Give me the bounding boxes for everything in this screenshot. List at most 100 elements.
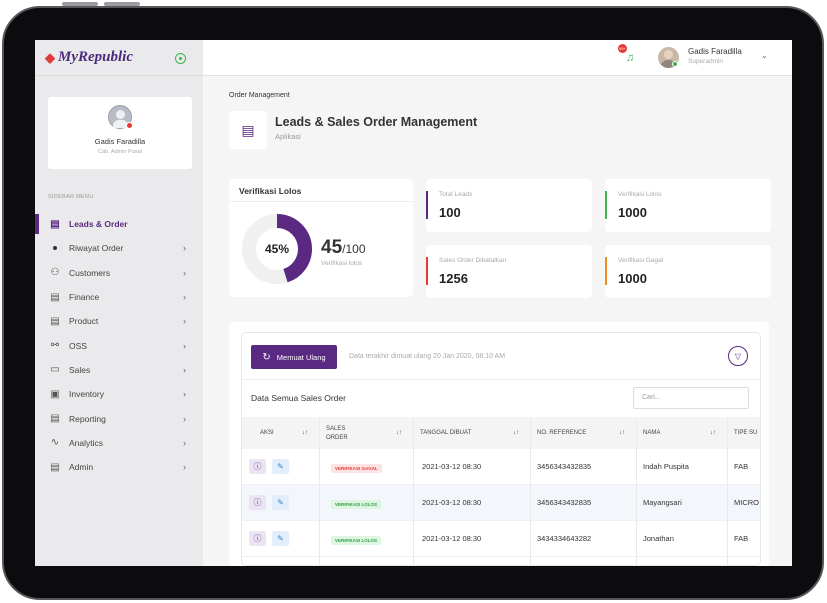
chevron-right-icon: › xyxy=(183,389,186,400)
sidebar-menu-title: SIDEBAR MENU xyxy=(48,194,94,200)
profile-card: Gadis Faradilla Cab. Admin Pusat xyxy=(48,97,192,169)
info-icon[interactable]: ⓘ xyxy=(249,459,266,474)
sidebar-item-inventory[interactable]: ▣ Inventory › xyxy=(35,382,203,406)
stat-card-sales-order-dibatalkan: Sales Order Dibatalkan 1256 xyxy=(426,245,592,298)
info-icon[interactable]: ⓘ xyxy=(249,495,266,510)
stat-accent-bar xyxy=(605,191,607,219)
network-icon: ⚯ xyxy=(50,340,60,352)
sidebar-item-label: Customers xyxy=(69,267,111,278)
sidebar-item-riwayat-order[interactable]: Riwayat Order › xyxy=(35,236,203,260)
cell-tanggal: 2021-03-12 08:30 xyxy=(422,534,482,543)
column-divider xyxy=(413,417,414,565)
bell-icon[interactable]: ♫ xyxy=(624,52,636,64)
sidebar-item-customers[interactable]: ⚇ Customers › xyxy=(35,261,203,285)
col-header-label: TANGGAL DIBUAT xyxy=(420,430,472,436)
sidebar-item-product[interactable]: ▤ Product › xyxy=(35,309,203,333)
last-update-text: Data terakhir dimuat ulang 20 Jan 2020, … xyxy=(349,353,506,360)
sidebar-toggle-icon[interactable] xyxy=(175,53,186,64)
sidebar-item-oss[interactable]: ⚯ OSS › xyxy=(35,333,203,357)
refresh-icon: ↻ xyxy=(262,351,271,363)
reload-label: Memuat Ulang xyxy=(276,352,326,362)
cell-nama: Mayangsari xyxy=(643,498,682,507)
sort-icon[interactable]: ↓↑ xyxy=(396,417,402,449)
chevron-right-icon: › xyxy=(183,462,186,473)
sort-icon[interactable]: ↓↑ xyxy=(302,417,308,449)
verification-donut-chart: 45% xyxy=(242,214,312,284)
sidebar-item-label: Leads & Order xyxy=(69,219,128,230)
document-icon: ▤ xyxy=(50,218,60,230)
stat-value: 100 xyxy=(439,205,461,220)
col-header-label: NO. REFERENCE xyxy=(537,430,587,436)
stat-label: Total Leads xyxy=(439,191,473,198)
cell-tanggal: 2021-03-12 08:30 xyxy=(422,498,482,507)
profile-name: Gadis Faradilla xyxy=(94,137,146,146)
filter-icon[interactable]: ▽ xyxy=(728,346,748,366)
sidebar-item-sales[interactable]: ▭ Sales › xyxy=(35,358,203,382)
chevron-right-icon: › xyxy=(183,437,186,448)
stat-accent-bar xyxy=(426,191,428,219)
chevron-right-icon: › xyxy=(183,413,186,424)
document-icon: ▤ xyxy=(50,413,60,425)
cell-nama: Indah Puspita xyxy=(643,462,689,471)
top-bar: ♫ 99+ Gadis Faradilla Superadmin ⌄ xyxy=(203,40,792,76)
cell-reference: 3456343432835 xyxy=(537,462,592,471)
app-logo[interactable]: ◆ MyRepublic xyxy=(45,49,133,66)
sort-icon[interactable]: ↓↑ xyxy=(710,417,716,449)
sort-icon[interactable]: ↓↑ xyxy=(619,417,625,449)
sidebar-item-label: Reporting xyxy=(69,413,106,424)
donut-percent-label: 45% xyxy=(265,242,289,256)
sidebar-item-label: Sales xyxy=(69,364,91,375)
chevron-right-icon: › xyxy=(183,243,186,254)
sort-icon[interactable]: ↓↑ xyxy=(513,417,519,449)
col-header-no-reference[interactable]: NO. REFERENCE xyxy=(537,417,586,449)
col-header-label: NAMA xyxy=(643,430,661,436)
info-icon[interactable]: ⓘ xyxy=(249,531,266,546)
stat-value: 1256 xyxy=(439,271,468,286)
sidebar-item-reporting[interactable]: ▤ Reporting › xyxy=(35,406,203,430)
col-header-tipe[interactable]: TIPE SU xyxy=(734,417,757,449)
chevron-right-icon: › xyxy=(183,292,186,303)
chevron-down-icon[interactable]: ⌄ xyxy=(761,51,768,60)
column-divider xyxy=(530,417,531,565)
stat-value: 1000 xyxy=(618,271,647,286)
edit-icon[interactable]: ✎ xyxy=(272,495,289,510)
chevron-right-icon: › xyxy=(183,364,186,375)
sidebar-item-label: OSS xyxy=(69,340,87,351)
profile-role: Cab. Admin Pusat xyxy=(97,149,143,155)
box-icon: ▣ xyxy=(50,388,60,400)
sidebar-item-analytics[interactable]: ∿ Analytics › xyxy=(35,431,203,455)
col-header-label: ORDER xyxy=(326,434,348,441)
sidebar-item-finance[interactable]: ▤ Finance › xyxy=(35,285,203,309)
column-divider xyxy=(727,417,728,565)
page-subtitle: Aplikasi xyxy=(275,132,301,141)
edit-icon[interactable]: ✎ xyxy=(272,531,289,546)
document-icon: ▤ xyxy=(50,461,60,473)
document-icon: ▤ xyxy=(50,315,60,327)
col-header-tanggal-dibuat[interactable]: TANGGAL DIBUAT xyxy=(420,417,471,449)
stat-label: Verifikasi Gagal xyxy=(618,257,664,264)
user-name[interactable]: Gadis Faradilla xyxy=(688,47,742,56)
sidebar-item-label: Finance xyxy=(69,292,100,303)
page-title: Leads & Sales Order Management xyxy=(275,115,478,129)
user-role: Superadmin xyxy=(688,58,724,65)
chevron-right-icon: › xyxy=(183,340,186,351)
verification-sub: Verifikasi lolos xyxy=(321,260,363,267)
edit-icon[interactable]: ✎ xyxy=(272,459,289,474)
app-screen: ◆ MyRepublic Gadis Faradilla Cab. Admin P… xyxy=(35,40,792,566)
status-dot xyxy=(126,122,133,129)
sidebar-item-admin[interactable]: ▤ Admin › xyxy=(35,455,203,479)
online-status-dot xyxy=(672,61,678,67)
divider xyxy=(242,379,760,380)
sidebar-item-leads-order[interactable]: ▤ Leads & Order xyxy=(35,212,203,236)
col-header-sales-order[interactable]: SALES ORDER xyxy=(326,417,348,449)
sidebar-item-label: Admin xyxy=(69,462,94,473)
sidebar-item-label: Product xyxy=(69,316,99,327)
search-input[interactable]: Cari... xyxy=(633,387,749,409)
stat-label: Verifikasi Lolos xyxy=(618,191,662,198)
col-header-nama[interactable]: NAMA xyxy=(643,417,660,449)
users-icon: ⚇ xyxy=(50,267,60,279)
col-header-aksi[interactable]: AKSI xyxy=(260,417,274,449)
reload-button[interactable]: ↻ Memuat Ulang xyxy=(251,345,337,369)
logo-text: MyRepublic xyxy=(58,49,133,65)
breadcrumb[interactable]: Order Management xyxy=(229,92,290,99)
